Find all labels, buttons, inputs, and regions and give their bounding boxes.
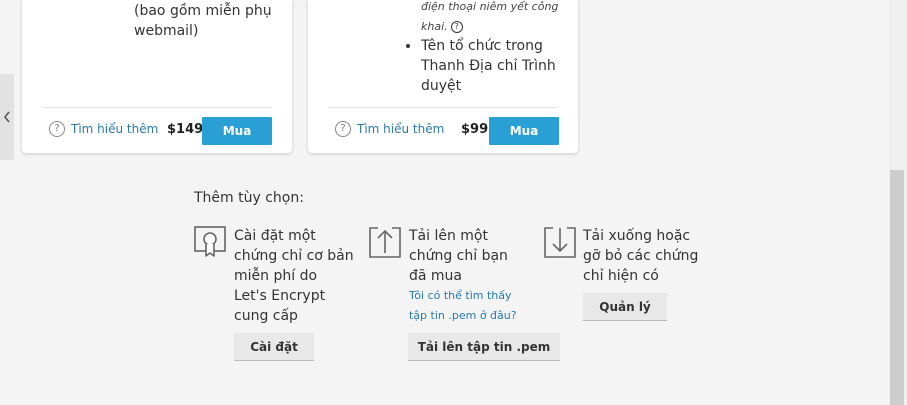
option-line: chứng chỉ cơ bản <box>234 248 354 264</box>
help-icon[interactable]: ? <box>450 21 463 33</box>
option-line: cung cấp <box>234 308 298 324</box>
manage-button[interactable]: Quản lý <box>583 293 667 321</box>
option-line: Cài đặt một <box>234 228 316 244</box>
card-footer: ? Tìm hiểu thêm $99 Mua <box>308 117 578 145</box>
link-line: Tôi có thể tìm thấy <box>409 289 512 302</box>
install-button[interactable]: Cài đặt <box>234 333 314 361</box>
upload-icon <box>369 227 401 258</box>
feature-text: webmail) <box>134 23 199 39</box>
buy-button[interactable]: Mua <box>489 117 559 145</box>
option-upload-text: Tải lên một chứng chỉ bạn đã mua <box>409 226 508 286</box>
learn-more-label: Tìm hiểu thêm <box>71 122 159 136</box>
option-install-text: Cài đặt một chứng chỉ cơ bản miễn phí do… <box>234 226 354 326</box>
option-line: Tải lên một <box>409 228 488 244</box>
option-line: Tải xuống hoặc <box>583 228 691 244</box>
help-icon: ? <box>335 121 351 137</box>
learn-more-label: Tìm hiểu thêm <box>357 122 445 136</box>
help-icon: ? <box>49 121 65 137</box>
option-line: Let's Encrypt <box>234 288 326 304</box>
card-divider <box>328 107 558 108</box>
card-divider <box>42 107 272 108</box>
list-item-line: Thanh Địa chỉ Trình <box>421 58 556 74</box>
option-download-text: Tải xuống hoặc gỡ bỏ các chứng chỉ hiện … <box>583 226 698 286</box>
note-text: điện thoại niêm yết công <box>421 0 559 13</box>
learn-more-link[interactable]: ? Tìm hiểu thêm <box>335 121 444 137</box>
sidebar-toggle[interactable] <box>0 74 14 160</box>
link-line: tập tin .pem ở đâu? <box>409 309 517 322</box>
buy-button[interactable]: Mua <box>202 117 272 145</box>
upload-pem-button[interactable]: Tải lên tập tin .pem <box>408 333 560 361</box>
option-line: miễn phí do <box>234 268 318 284</box>
note-text-end: khai. <box>421 20 448 33</box>
scrollbar-thumb[interactable] <box>890 170 904 405</box>
option-line: đã mua <box>409 268 463 284</box>
feature-list: Tên tổ chức trong Thanh Địa chỉ Trình du… <box>401 36 556 96</box>
plan-card-1: (bao gồm miễn phụ webmail) ? Tìm hiểu th… <box>22 0 292 153</box>
card-footer: ? Tìm hiểu thêm $149 Mua <box>22 117 292 145</box>
option-line: chỉ hiện có <box>583 268 659 284</box>
plan-card-2: điện thoại niêm yết công khai.? Tên tổ c… <box>308 0 578 153</box>
feature-text: (bao gồm miễn phụ <box>134 3 272 19</box>
list-item-line: duyệt <box>421 78 462 94</box>
list-item: Tên tổ chức trong Thanh Địa chỉ Trình du… <box>421 36 556 96</box>
certificate-icon <box>194 226 226 257</box>
learn-more-link[interactable]: ? Tìm hiểu thêm <box>49 121 158 137</box>
download-icon <box>544 227 576 258</box>
options-title: Thêm tùy chọn: <box>194 190 304 206</box>
price: $149 <box>167 122 204 137</box>
option-line: gỡ bỏ các chứng <box>583 248 699 264</box>
option-line: chứng chỉ bạn <box>409 248 508 264</box>
pem-help-link[interactable]: Tôi có thể tìm thấy tập tin .pem ở đâu? <box>409 286 517 326</box>
list-item-line: Tên tổ chức trong <box>421 38 543 54</box>
price: $99 <box>461 122 489 137</box>
note-text: khai.? <box>421 17 463 37</box>
chevron-left-icon <box>4 111 10 123</box>
